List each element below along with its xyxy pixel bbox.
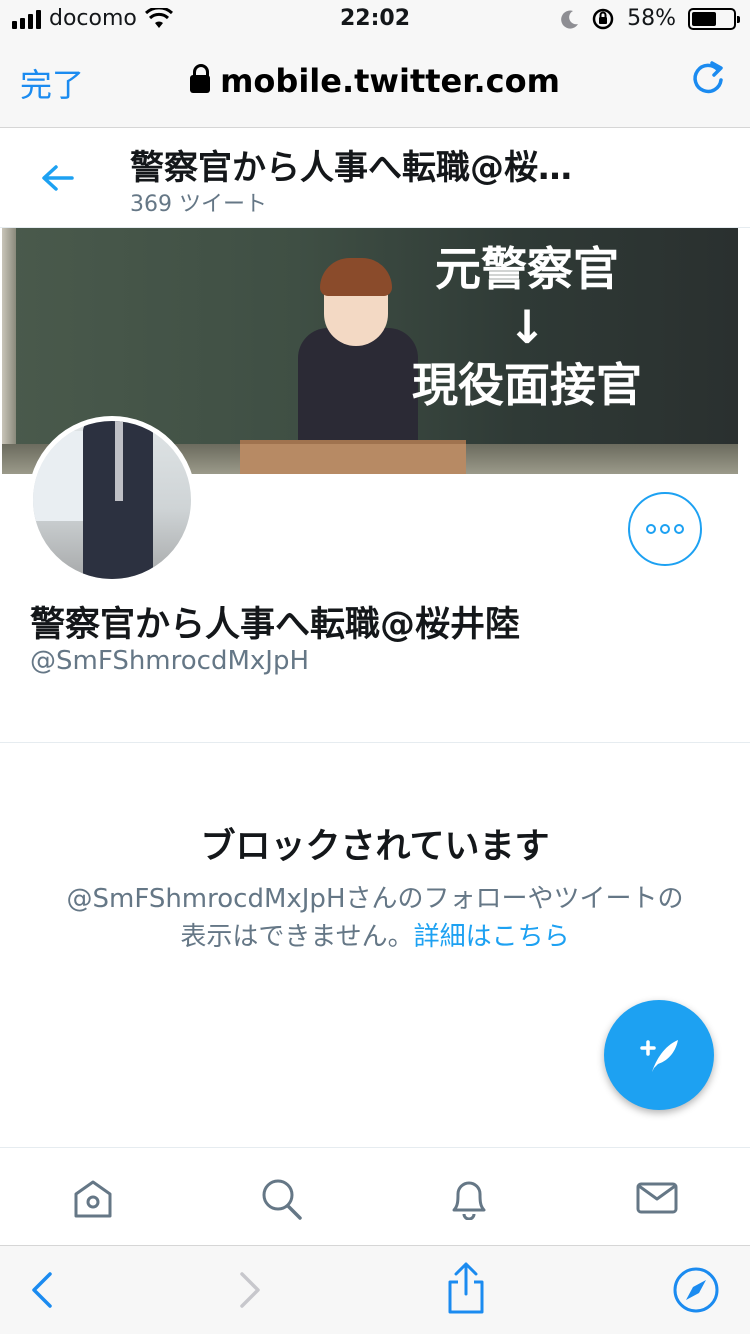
battery-icon xyxy=(688,7,740,30)
dot-icon xyxy=(674,524,684,534)
twitter-tab-bar xyxy=(0,1147,750,1245)
banner-line1: 元警察官 xyxy=(435,242,619,296)
browser-toolbar xyxy=(0,1245,750,1334)
banner-character-body xyxy=(298,328,418,448)
dot-icon xyxy=(646,524,656,534)
reload-icon[interactable] xyxy=(688,58,728,98)
banner-arrow: ↓ xyxy=(507,300,547,354)
lock-icon xyxy=(190,64,211,93)
bell-icon[interactable] xyxy=(446,1176,492,1220)
user-handle: @SmFShmrocdMxJpH xyxy=(30,646,310,676)
url-text: mobile.twitter.com xyxy=(220,62,560,100)
banner-board-edge xyxy=(2,228,16,474)
battery-percent: 58% xyxy=(627,6,676,31)
share-icon[interactable] xyxy=(442,1260,490,1316)
status-bar: docomo 22:02 58% xyxy=(0,0,750,40)
orientation-lock-icon xyxy=(592,8,614,29)
blocked-desc-line2-wrap: 表示はできません。詳細はこちら xyxy=(40,918,710,956)
blocked-desc-line1: @SmFShmrocdMxJpHさんのフォローやツイートの xyxy=(66,884,684,914)
divider xyxy=(0,742,750,743)
banner-character-hair xyxy=(320,258,392,296)
search-icon[interactable] xyxy=(258,1176,304,1220)
dot-icon xyxy=(660,524,670,534)
tweet-count: 369 ツイート xyxy=(130,192,267,217)
back-arrow-icon[interactable] xyxy=(38,158,78,198)
url-field[interactable]: mobile.twitter.com xyxy=(0,62,750,100)
blocked-desc-line2: 表示はできません。 xyxy=(180,922,414,952)
status-right: 58% xyxy=(561,6,740,31)
compass-icon[interactable] xyxy=(672,1266,720,1314)
learn-more-link[interactable]: 詳細はこちら xyxy=(414,922,570,952)
browser-address-bar: 完了 mobile.twitter.com xyxy=(0,40,750,128)
blocked-description: @SmFShmrocdMxJpHさんのフォローやツイートの 表示はできません。詳… xyxy=(40,880,710,956)
home-icon[interactable] xyxy=(70,1176,116,1220)
compose-tweet-button[interactable] xyxy=(604,1000,714,1110)
compose-quill-icon xyxy=(640,1040,678,1072)
avatar-tie xyxy=(115,421,123,501)
browser-back-icon[interactable] xyxy=(20,1266,68,1314)
display-name: 警察官から人事へ転職@桜井陸 xyxy=(30,605,521,645)
banner-line2: 現役面接官 xyxy=(412,358,642,412)
blocked-title: ブロックされています xyxy=(200,827,550,867)
banner-desk xyxy=(240,440,466,474)
moon-icon xyxy=(561,10,579,29)
avatar[interactable] xyxy=(28,416,196,584)
header-title: 警察官から人事へ転職@桜… xyxy=(130,148,572,188)
profile-header: 警察官から人事へ転職@桜… 369 ツイート xyxy=(0,128,750,228)
mail-icon[interactable] xyxy=(634,1176,680,1220)
more-options-button[interactable] xyxy=(628,492,702,566)
banner-caption: 元警察官 ↓ 現役面接官 xyxy=(412,240,642,414)
browser-forward-icon[interactable] xyxy=(224,1266,272,1314)
